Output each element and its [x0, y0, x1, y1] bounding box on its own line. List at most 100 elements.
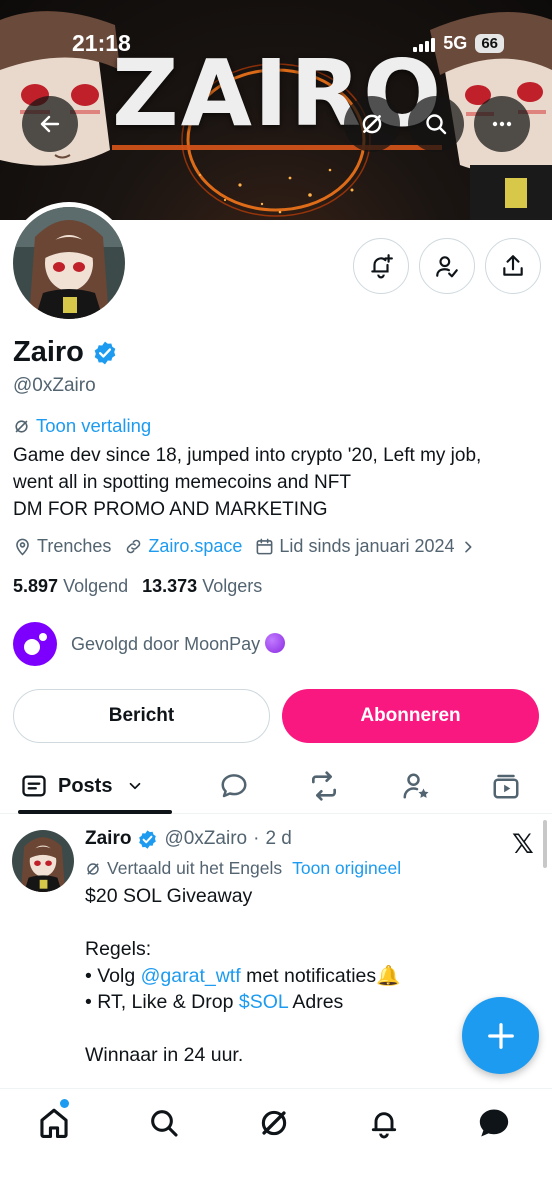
- search-icon: [426, 114, 447, 135]
- nav-notifications[interactable]: [364, 1103, 404, 1143]
- nav-home[interactable]: [34, 1103, 74, 1143]
- arrow-left-icon: [40, 115, 60, 133]
- video-stack-icon: [493, 774, 519, 799]
- translated-label: Vertaald uit het Engels: [107, 858, 283, 878]
- home-notification-dot: [60, 1099, 69, 1108]
- translate-label: Toon vertaling: [36, 415, 152, 436]
- mention-link[interactable]: @garat_wtf: [141, 965, 241, 987]
- signal-icon: [413, 36, 436, 52]
- follow-counts: 5.897 Volgend 13.373 Volgers: [13, 576, 262, 597]
- tab-posts[interactable]: Posts: [20, 758, 172, 814]
- nav-search[interactable]: [144, 1103, 184, 1143]
- grok-translate-icon: [87, 862, 99, 875]
- followers-count: 13.373: [142, 576, 198, 596]
- grok-button[interactable]: [344, 96, 400, 152]
- joined-text: Lid sinds januari 2024: [279, 536, 455, 556]
- bio-line: Game dev since 18, jumped into crypto '2…: [13, 445, 482, 466]
- profile-tabs: Posts: [0, 758, 552, 814]
- profile-name-row: Zairo: [13, 336, 118, 369]
- website-link[interactable]: Zairo.space: [148, 536, 242, 557]
- followed-by-row[interactable]: Gevolgd door MoonPay: [13, 622, 286, 666]
- bottom-navigation: [0, 1088, 552, 1200]
- followed-by-text: Gevolgd door MoonPay: [71, 633, 286, 655]
- nav-messages[interactable]: [474, 1103, 514, 1143]
- chevron-down-icon: [130, 782, 141, 790]
- bio-line: DM FOR PROMO AND MARKETING: [13, 499, 328, 520]
- compose-post-button[interactable]: [462, 997, 539, 1074]
- rule-text: Adres: [292, 991, 344, 1013]
- joined-item[interactable]: Lid sinds januari 2024: [255, 536, 475, 557]
- back-button[interactable]: [22, 96, 78, 152]
- grok-icon: [261, 1110, 287, 1136]
- active-tab-indicator: [18, 810, 172, 814]
- post-header: Zairo @0xZairo · 2 d: [85, 828, 292, 850]
- subscribe-button[interactable]: Abonneren: [282, 689, 539, 743]
- rule-text: met notificaties🔔: [246, 964, 401, 987]
- following-count: 5.897: [13, 576, 59, 596]
- followers-count-link[interactable]: 13.373 Volgers: [142, 576, 262, 597]
- tab-replies[interactable]: [218, 770, 250, 802]
- following-label: Volgend: [63, 576, 129, 596]
- reply-bubble-icon: [221, 774, 247, 798]
- location-text: Trenches: [37, 536, 112, 556]
- tab-posts-label: Posts: [58, 774, 113, 797]
- post-body[interactable]: $20 SOL Giveaway Regels: • Volg @garat_w…: [85, 883, 400, 1069]
- profile-avatar[interactable]: [8, 202, 130, 324]
- verified-badge-icon[interactable]: [92, 340, 118, 366]
- avatar-image: [13, 207, 125, 319]
- chevron-right-icon: [464, 541, 472, 552]
- post-avatar-image: [12, 830, 74, 892]
- cashtag-link[interactable]: $SOL: [239, 991, 288, 1013]
- post-line: Regels:: [85, 938, 152, 960]
- nav-grok[interactable]: [254, 1103, 294, 1143]
- purple-circle-emoji: [265, 633, 286, 653]
- translate-bio-link[interactable]: Toon vertaling: [13, 415, 151, 437]
- grok-translate-icon: [15, 419, 28, 433]
- share-button[interactable]: [485, 238, 541, 294]
- website-item[interactable]: Zairo.space: [124, 536, 242, 557]
- more-options-button[interactable]: [474, 96, 530, 152]
- share-icon: [503, 255, 523, 276]
- profile-bio: Game dev since 18, jumped into crypto '2…: [13, 442, 481, 523]
- person-check-icon: [436, 256, 458, 278]
- profile-meta: Trenches Zairo.space Lid sinds januari 2…: [13, 536, 489, 557]
- tab-highlights[interactable]: [400, 770, 432, 802]
- search-button[interactable]: [408, 96, 464, 152]
- following-count-link[interactable]: 5.897 Volgend: [13, 576, 128, 597]
- post-rule: • Volg @garat_wtf met notificaties🔔: [85, 963, 400, 990]
- plus-icon: [487, 1022, 514, 1049]
- location-item: Trenches: [13, 536, 111, 557]
- status-indicators: 5G 66: [413, 33, 504, 54]
- verified-badge-icon: [139, 829, 157, 849]
- notifications-subscribe-button[interactable]: [353, 238, 409, 294]
- tab-reposts[interactable]: [308, 770, 340, 802]
- bell-plus-icon: [371, 254, 393, 279]
- post-rule: • RT, Like & Drop $SOL Adres: [85, 989, 400, 1016]
- moonpay-avatar: [13, 622, 57, 666]
- post-avatar[interactable]: [12, 830, 74, 892]
- show-original-link[interactable]: Toon origineel: [292, 858, 401, 879]
- person-star-icon: [403, 773, 429, 799]
- moonpay-logo-icon: [24, 633, 47, 655]
- posts-icon: [22, 775, 46, 797]
- x-logo-icon: 𝕏: [512, 829, 534, 860]
- scrollbar[interactable]: [543, 820, 547, 868]
- post-line: Winnaar in 24 uur.: [85, 1044, 244, 1066]
- message-button[interactable]: Bericht: [13, 689, 270, 743]
- following-button[interactable]: [419, 238, 475, 294]
- search-icon: [151, 1110, 178, 1137]
- repost-icon: [312, 771, 336, 801]
- status-time: 21:18: [72, 30, 131, 56]
- location-pin-icon: [16, 538, 29, 556]
- profile-handle: @0xZairo: [13, 375, 96, 396]
- post-age: 2 d: [265, 828, 292, 849]
- post-author-name[interactable]: Zairo: [85, 828, 131, 850]
- followers-label: Volgers: [202, 576, 263, 596]
- tab-media[interactable]: [490, 770, 522, 802]
- followed-by-label: Gevolgd door MoonPay: [71, 634, 261, 654]
- post-separator: ·: [253, 828, 260, 849]
- bell-icon: [371, 1112, 397, 1139]
- home-icon: [40, 1108, 68, 1139]
- battery-level: 66: [475, 34, 504, 53]
- post-author-handle: @0xZairo: [164, 828, 248, 849]
